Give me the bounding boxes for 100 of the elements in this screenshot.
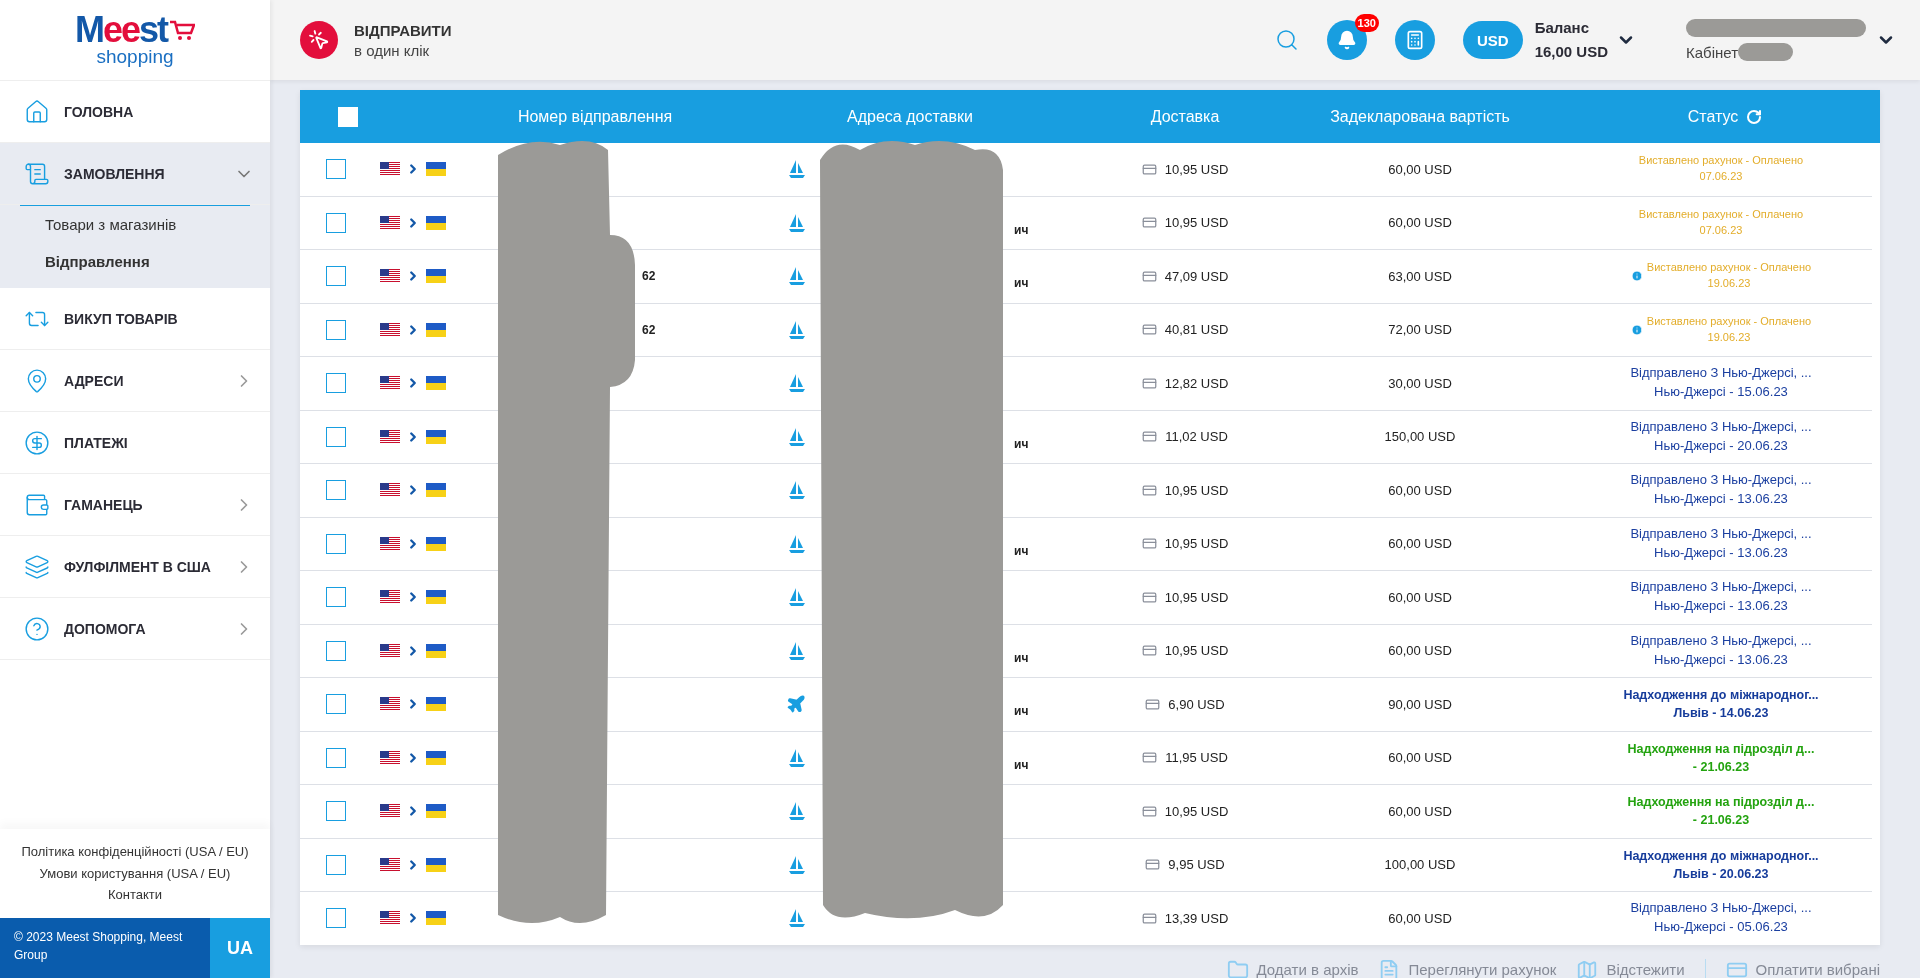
- declared-value: 60,00 USD: [1388, 750, 1452, 766]
- card-icon: [1145, 857, 1161, 873]
- row-checkbox[interactable]: [326, 533, 346, 554]
- sailboat-icon: [788, 747, 806, 768]
- row-checkbox[interactable]: [326, 480, 346, 501]
- footer-link[interactable]: Політика конфіденційності (USA / EU): [21, 843, 249, 861]
- quick-send-button[interactable]: [300, 21, 338, 59]
- column-header: Номер відправлення: [517, 107, 673, 126]
- logo-wordmark[interactable]: Meest: [74, 12, 196, 48]
- delivery-cost: 10,95 USD: [1164, 482, 1229, 498]
- row-checkbox[interactable]: [326, 640, 346, 661]
- row-checkbox[interactable]: [326, 212, 346, 233]
- us-flag-icon: [380, 322, 400, 337]
- ua-flag-icon: [426, 643, 446, 658]
- sidebar-item[interactable]: АДРЕСИ: [0, 350, 270, 412]
- footer-link[interactable]: Умови користування (USA / EU): [39, 864, 231, 883]
- card-icon: [1145, 696, 1161, 712]
- us-flag-icon: [380, 483, 400, 498]
- notification-count: 130: [1354, 14, 1379, 32]
- delivery-address: ич: [1013, 221, 1030, 237]
- column-header: Статус: [1687, 107, 1739, 126]
- delivery-cost: 6,90 USD: [1168, 696, 1225, 712]
- select-all-checkbox[interactable]: [338, 106, 358, 127]
- quick-send-subtitle: в один клік: [354, 41, 431, 59]
- column-header: Адреса доставки: [847, 107, 973, 126]
- sidebar-item[interactable]: ГАМАНЕЦЬ: [0, 474, 270, 536]
- sidebar-item[interactable]: ГОЛОВНА: [0, 81, 270, 143]
- us-flag-icon: [380, 162, 400, 177]
- shipment-status: Виставлено рахунок - Оплачено 19.06.23: [1646, 260, 1812, 292]
- row-checkbox[interactable]: [326, 747, 346, 768]
- row-checkbox[interactable]: [326, 854, 346, 875]
- delivery-cost: 40,81 USD: [1164, 322, 1229, 338]
- cart-icon: [169, 19, 196, 41]
- search-button[interactable]: [1274, 28, 1299, 52]
- card-icon: [1141, 375, 1157, 391]
- copyright-bar: © 2023 Meest Shopping, Meest Group: [0, 918, 210, 978]
- row-checkbox[interactable]: [326, 373, 346, 394]
- ua-flag-icon: [426, 536, 446, 551]
- shipment-status: Надходження на підрозділ д... - 21.06.23: [1627, 740, 1815, 776]
- card-icon: [1142, 429, 1158, 445]
- us-flag-icon: [380, 643, 400, 658]
- delivery-address: ич: [1013, 649, 1030, 665]
- delivery-cost: 10,95 USD: [1164, 215, 1229, 231]
- card-icon: [1141, 803, 1157, 819]
- shipment-status: Виставлено рахунок - Оплачено 19.06.23: [1646, 313, 1812, 345]
- map-icon: [1576, 958, 1599, 978]
- shipment-number: 62: [641, 322, 657, 337]
- info-icon[interactable]: [1630, 270, 1643, 283]
- card-icon: [1141, 268, 1157, 284]
- row-checkbox[interactable]: [326, 908, 346, 929]
- delivery-cost: 11,95 USD: [1165, 750, 1228, 766]
- sidebar-item[interactable]: ФУЛФІЛМЕНТ В США: [0, 536, 270, 598]
- sailboat-icon: [788, 319, 806, 340]
- info-icon[interactable]: [1630, 323, 1643, 336]
- row-checkbox[interactable]: [326, 426, 346, 447]
- ua-flag-icon: [426, 269, 446, 284]
- calculator-button[interactable]: [1394, 20, 1435, 60]
- declared-value: 90,00 USD: [1388, 696, 1452, 712]
- ua-flag-icon: [426, 804, 446, 819]
- shipment-status: Відправлено З Нью-Джерсі, ... Нью-Джерсі - 13.06.23: [1630, 631, 1812, 669]
- row-checkbox[interactable]: [326, 801, 346, 822]
- card-icon: [1142, 750, 1158, 766]
- submenu-item[interactable]: Товари з магазинів: [0, 206, 270, 243]
- card-icon: [1141, 536, 1157, 552]
- redaction-mark: [1738, 43, 1793, 61]
- sailboat-icon: [788, 908, 806, 929]
- layers-icon: [24, 553, 50, 580]
- declared-value: 72,00 USD: [1388, 322, 1452, 338]
- row-checkbox[interactable]: [326, 319, 346, 340]
- delivery-address: ич: [1013, 275, 1030, 291]
- row-checkbox[interactable]: [326, 694, 346, 715]
- declared-value: 60,00 USD: [1388, 482, 1452, 498]
- row-checkbox[interactable]: [326, 159, 346, 180]
- us-flag-icon: [380, 750, 400, 765]
- row-checkbox[interactable]: [326, 266, 346, 287]
- declared-value: 150,00 USD: [1384, 429, 1456, 445]
- submenu-item[interactable]: Відправлення: [0, 243, 270, 280]
- declared-value: 60,00 USD: [1388, 910, 1452, 926]
- card-icon: [1141, 215, 1157, 231]
- declared-value: 60,00 USD: [1388, 589, 1452, 605]
- us-flag-icon: [380, 215, 400, 230]
- footer-link[interactable]: Контакти: [107, 886, 163, 904]
- search-icon: [1274, 28, 1299, 52]
- dollar-coin-icon: [24, 429, 50, 456]
- sailboat-icon: [788, 640, 806, 661]
- us-flag-icon: [380, 429, 400, 444]
- sidebar-item[interactable]: ДОПОМОГА: [0, 598, 270, 660]
- bell-icon: [1336, 30, 1357, 50]
- sidebar-item[interactable]: ВИКУП ТОВАРІВ: [0, 288, 270, 350]
- delivery-cost: 11,02 USD: [1165, 429, 1228, 445]
- declared-value: 30,00 USD: [1388, 375, 1452, 391]
- row-checkbox[interactable]: [326, 587, 346, 608]
- refresh-icon[interactable]: [1746, 108, 1763, 125]
- shipment-status: Виставлено рахунок - Оплачено 07.06.23: [1638, 153, 1804, 185]
- ua-flag-icon: [426, 215, 446, 230]
- shipment-status: Надходження на підрозділ д... - 21.06.23: [1627, 794, 1815, 830]
- delivery-cost: 47,09 USD: [1164, 268, 1229, 284]
- sidebar-item[interactable]: ПЛАТЕЖІ: [0, 412, 270, 474]
- delivery-cost: 12,82 USD: [1164, 375, 1229, 391]
- folder-icon: [1226, 958, 1249, 978]
